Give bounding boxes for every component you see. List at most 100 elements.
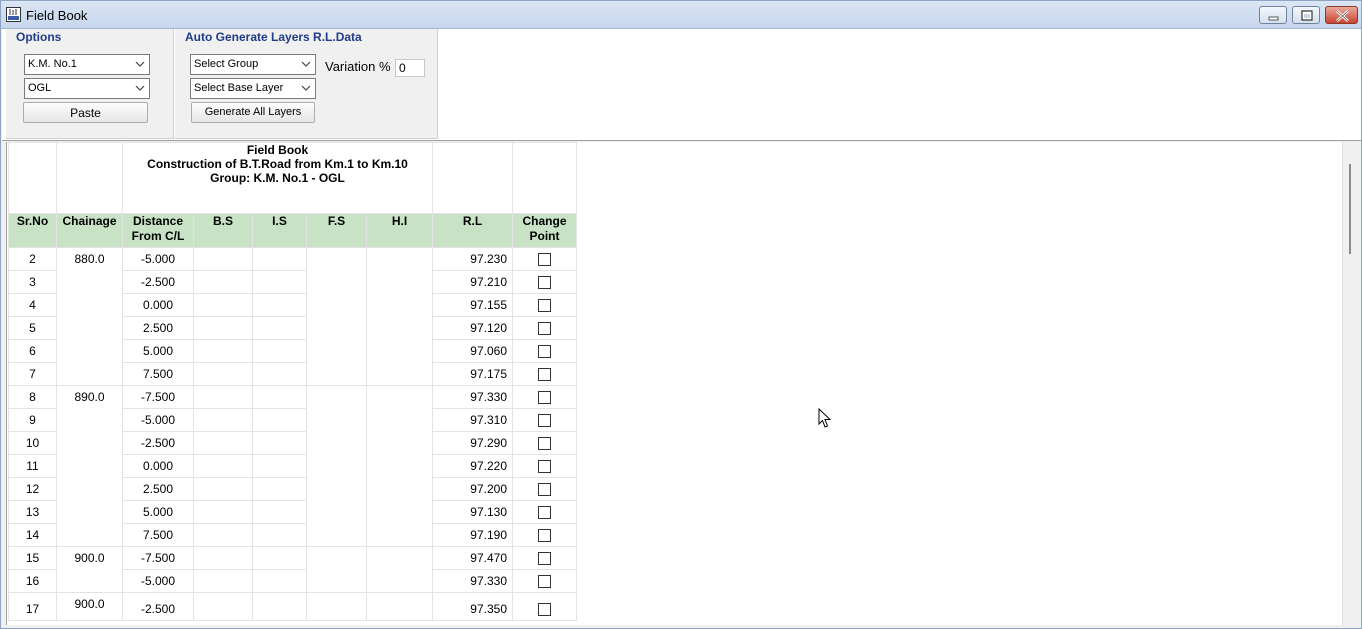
cell-bs[interactable]: [193, 339, 253, 363]
cell-rl[interactable]: 97.155: [432, 293, 513, 317]
cell-srno[interactable]: 2: [8, 247, 57, 271]
cell-bs[interactable]: [193, 385, 253, 409]
col-hi[interactable]: H.I: [366, 213, 433, 248]
cell-srno[interactable]: 14: [8, 523, 57, 547]
cell-rl[interactable]: 97.200: [432, 477, 513, 501]
cell-bs[interactable]: [193, 592, 253, 621]
cell-is[interactable]: [252, 293, 307, 317]
cell-bs[interactable]: [193, 316, 253, 340]
cell-srno[interactable]: 6: [8, 339, 57, 363]
cell-is[interactable]: [252, 454, 307, 478]
cell-hi[interactable]: [366, 592, 433, 621]
cell-rl[interactable]: 97.330: [432, 385, 513, 409]
close-button[interactable]: [1325, 6, 1358, 24]
cell-change-point[interactable]: [512, 569, 577, 593]
col-fs[interactable]: F.S: [306, 213, 367, 248]
cell-distance[interactable]: 5.000: [122, 339, 194, 363]
change-point-checkbox[interactable]: [538, 506, 551, 520]
change-point-checkbox[interactable]: [538, 368, 551, 382]
change-point-checkbox[interactable]: [538, 602, 551, 616]
cell-srno[interactable]: 16: [8, 569, 57, 593]
cell-rl[interactable]: 97.470: [432, 546, 513, 570]
cell-change-point[interactable]: [512, 431, 577, 455]
cell-rl[interactable]: 97.290: [432, 431, 513, 455]
cell-rl[interactable]: 97.330: [432, 569, 513, 593]
cell-chainage[interactable]: 900.0: [56, 592, 123, 621]
cell-is[interactable]: [252, 500, 307, 524]
cell-is[interactable]: [252, 523, 307, 547]
cell-srno[interactable]: 3: [8, 270, 57, 294]
cell-bs[interactable]: [193, 523, 253, 547]
cell-srno[interactable]: 5: [8, 316, 57, 340]
cell-distance[interactable]: -2.500: [122, 270, 194, 294]
layer-select[interactable]: OGL: [24, 78, 150, 99]
cell-change-point[interactable]: [512, 293, 577, 317]
cell-distance[interactable]: 2.500: [122, 477, 194, 501]
change-point-checkbox[interactable]: [538, 253, 551, 267]
cell-rl[interactable]: 97.220: [432, 454, 513, 478]
cell-rl[interactable]: 97.190: [432, 523, 513, 547]
change-point-checkbox[interactable]: [538, 322, 551, 336]
change-point-checkbox[interactable]: [538, 414, 551, 428]
cell-change-point[interactable]: [512, 546, 577, 570]
cell-is[interactable]: [252, 477, 307, 501]
col-chainage[interactable]: Chainage: [56, 213, 123, 248]
cell-distance[interactable]: -2.500: [122, 592, 194, 621]
cell-srno[interactable]: 12: [8, 477, 57, 501]
col-distance[interactable]: Distance From C/L: [122, 213, 194, 248]
cell-chainage[interactable]: 880.0: [56, 247, 123, 386]
cell-change-point[interactable]: [512, 362, 577, 386]
cell-change-point[interactable]: [512, 500, 577, 524]
cell-change-point[interactable]: [512, 385, 577, 409]
col-bs[interactable]: B.S: [193, 213, 253, 248]
cell-is[interactable]: [252, 408, 307, 432]
change-point-checkbox[interactable]: [538, 276, 551, 290]
cell-is[interactable]: [252, 247, 307, 271]
group-select[interactable]: Select Group: [190, 54, 316, 75]
cell-srno[interactable]: 7: [8, 362, 57, 386]
cell-srno[interactable]: 17: [8, 592, 57, 621]
generate-all-layers-button[interactable]: Generate All Layers: [191, 102, 315, 123]
cell-change-point[interactable]: [512, 270, 577, 294]
col-change-point[interactable]: Change Point: [512, 213, 577, 248]
paste-button[interactable]: Paste: [23, 102, 148, 123]
cell-chainage[interactable]: 890.0: [56, 385, 123, 547]
cell-chainage[interactable]: 900.0: [56, 546, 123, 593]
cell-hi[interactable]: [366, 385, 433, 547]
cell-is[interactable]: [252, 546, 307, 570]
field-book-grid[interactable]: Field Book Construction of B.T.Road from…: [6, 142, 1342, 625]
cell-distance[interactable]: -5.000: [122, 569, 194, 593]
cell-srno[interactable]: 4: [8, 293, 57, 317]
cell-distance[interactable]: -7.500: [122, 546, 194, 570]
cell-fs[interactable]: [306, 592, 367, 621]
cell-distance[interactable]: 7.500: [122, 523, 194, 547]
cell-is[interactable]: [252, 316, 307, 340]
cell-is[interactable]: [252, 431, 307, 455]
cell-rl[interactable]: 97.230: [432, 247, 513, 271]
cell-distance[interactable]: -7.500: [122, 385, 194, 409]
change-point-checkbox[interactable]: [538, 437, 551, 451]
cell-is[interactable]: [252, 339, 307, 363]
cell-is[interactable]: [252, 592, 307, 621]
cell-rl[interactable]: 97.210: [432, 270, 513, 294]
cell-change-point[interactable]: [512, 316, 577, 340]
cell-rl[interactable]: 97.120: [432, 316, 513, 340]
table-row[interactable]: 2 880.0 -5.000 97.230: [8, 247, 577, 386]
maximize-button[interactable]: [1292, 6, 1320, 24]
base-layer-select[interactable]: Select Base Layer: [190, 78, 316, 99]
cell-is[interactable]: [252, 569, 307, 593]
change-point-checkbox[interactable]: [538, 575, 551, 589]
cell-rl[interactable]: 97.130: [432, 500, 513, 524]
cell-hi[interactable]: [366, 247, 433, 386]
table-row[interactable]: 17 900.0 -2.500 97.350: [8, 592, 577, 621]
vertical-scrollbar[interactable]: [1342, 142, 1361, 625]
cell-bs[interactable]: [193, 408, 253, 432]
cell-change-point[interactable]: [512, 408, 577, 432]
cell-rl[interactable]: 97.350: [432, 592, 513, 621]
col-srno[interactable]: Sr.No: [8, 213, 57, 248]
cell-is[interactable]: [252, 270, 307, 294]
cell-change-point[interactable]: [512, 592, 577, 621]
cell-change-point[interactable]: [512, 339, 577, 363]
cell-distance[interactable]: 5.000: [122, 500, 194, 524]
cell-bs[interactable]: [193, 500, 253, 524]
